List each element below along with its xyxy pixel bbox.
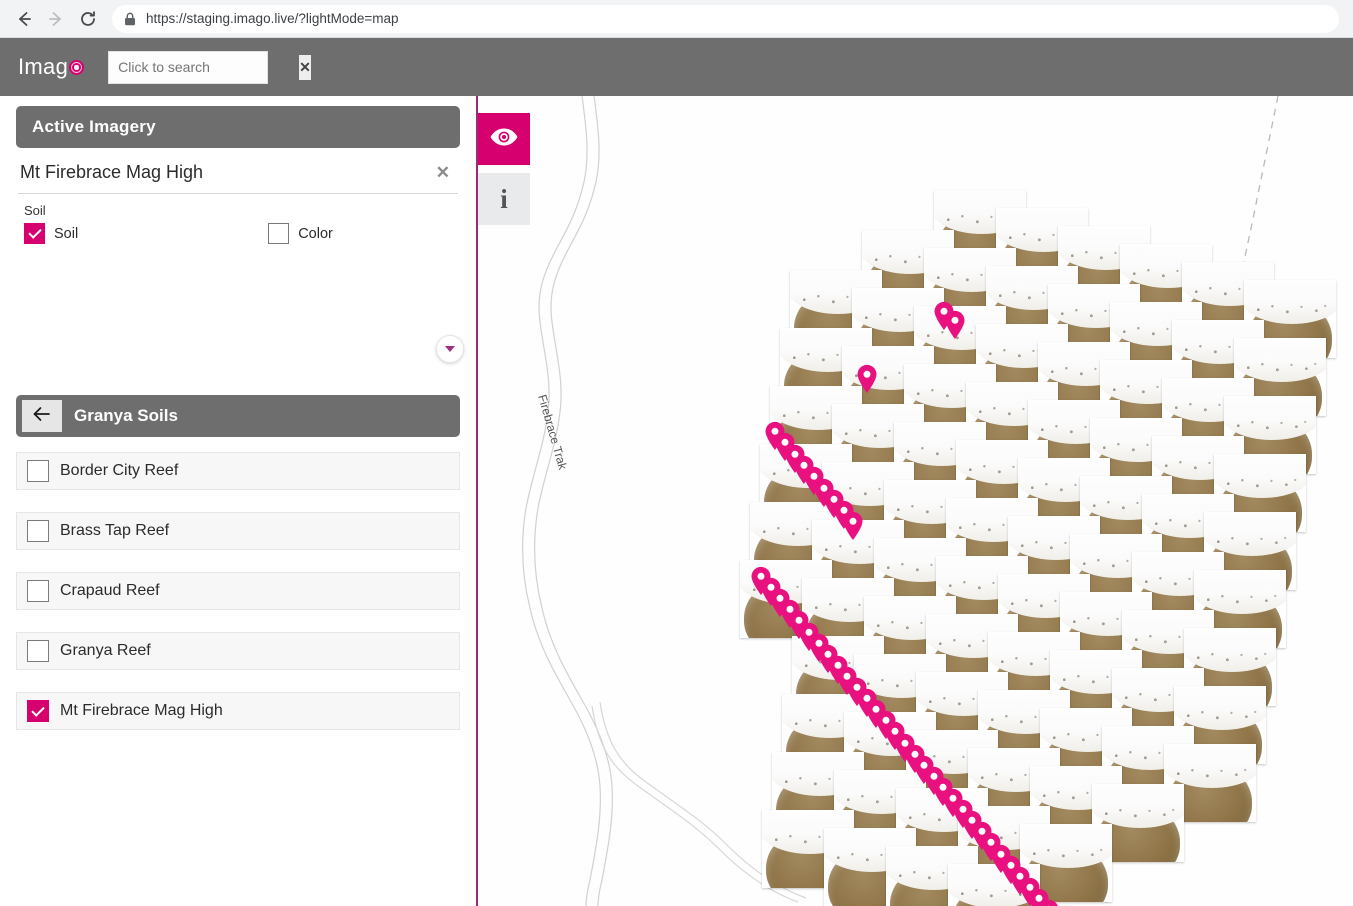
option-color[interactable]: Color [268, 223, 333, 244]
list-item-checkbox[interactable] [27, 460, 49, 482]
info-button[interactable]: i [478, 173, 530, 225]
search-clear-button[interactable]: ✕ [299, 54, 311, 80]
visibility-toggle-button[interactable] [478, 113, 530, 165]
soil-checkbox[interactable] [24, 223, 45, 244]
reef-list: Border City Reef Brass Tap Reef Crapaud … [16, 452, 460, 730]
active-imagery-header: Active Imagery [16, 106, 460, 148]
info-icon: i [500, 183, 508, 214]
app-header: Imag ✕ [0, 38, 1353, 123]
map-canvas[interactable]: i Firebrace Trak [478, 96, 1353, 906]
close-icon[interactable]: ✕ [430, 164, 456, 181]
option-soil[interactable]: Soil [24, 223, 78, 244]
active-imagery-title: Active Imagery [32, 117, 156, 136]
arrow-left-icon [32, 406, 52, 427]
list-item[interactable]: Brass Tap Reef [16, 512, 460, 550]
arrow-right-icon [46, 9, 66, 29]
chevron-down-icon [445, 346, 455, 352]
lock-icon [124, 12, 136, 26]
list-item-checkbox[interactable] [27, 640, 49, 662]
browser-toolbar: https://staging.imago.live/?lightMode=ma… [0, 0, 1353, 38]
address-bar[interactable]: https://staging.imago.live/?lightMode=ma… [112, 4, 1339, 33]
active-imagery-card: Mt Firebrace Mag High ✕ Soil Soil Color [16, 148, 460, 244]
option-soil-label: Soil [54, 225, 79, 242]
list-item-label: Border City Reef [60, 462, 179, 479]
option-color-label: Color [298, 225, 333, 242]
list-item-checkbox[interactable] [27, 520, 49, 542]
search-input[interactable] [109, 51, 300, 83]
list-item-checkbox[interactable] [27, 700, 49, 722]
imago-flower-icon [69, 60, 85, 75]
arrow-left-icon [14, 9, 34, 29]
map-pin[interactable] [856, 364, 878, 394]
app-logo[interactable]: Imag [18, 54, 85, 80]
list-item-checkbox[interactable] [27, 580, 49, 602]
map-pin[interactable] [1038, 899, 1060, 906]
main-content: Active Imagery Mt Firebrace Mag High ✕ S… [0, 96, 1353, 906]
back-button[interactable] [8, 3, 40, 35]
reload-icon [78, 9, 98, 29]
list-item-label: Crapaud Reef [60, 582, 160, 599]
map-toolbar: i [478, 113, 530, 225]
imagery-option-row: Soil Color [24, 223, 458, 244]
list-item[interactable]: Border City Reef [16, 452, 460, 490]
active-imagery-item: Mt Firebrace Mag High ✕ [18, 148, 458, 194]
sidebar: Active Imagery Mt Firebrace Mag High ✕ S… [0, 96, 478, 906]
group-header: Granya Soils [16, 395, 460, 437]
map-pin[interactable] [944, 310, 966, 340]
map-pin[interactable] [842, 511, 864, 541]
collapse-panel-button[interactable] [436, 335, 464, 363]
list-item[interactable]: Mt Firebrace Mag High [16, 692, 460, 730]
forward-button[interactable] [40, 3, 72, 35]
color-checkbox[interactable] [268, 223, 290, 244]
active-imagery-item-title: Mt Firebrace Mag High [20, 162, 204, 182]
reload-button[interactable] [72, 3, 104, 35]
soil-group-label: Soil [24, 203, 46, 218]
search-box[interactable]: ✕ [108, 50, 311, 84]
back-to-groups-button[interactable] [22, 400, 62, 432]
list-item-label: Granya Reef [60, 642, 151, 659]
url-text: https://staging.imago.live/?lightMode=ma… [146, 11, 399, 26]
logo-text: Imag [18, 54, 69, 79]
list-item-label: Brass Tap Reef [60, 522, 170, 539]
list-item-label: Mt Firebrace Mag High [60, 702, 223, 719]
group-title: Granya Soils [74, 406, 178, 425]
list-item[interactable]: Crapaud Reef [16, 572, 460, 610]
eye-icon [489, 127, 519, 152]
list-item[interactable]: Granya Reef [16, 632, 460, 670]
